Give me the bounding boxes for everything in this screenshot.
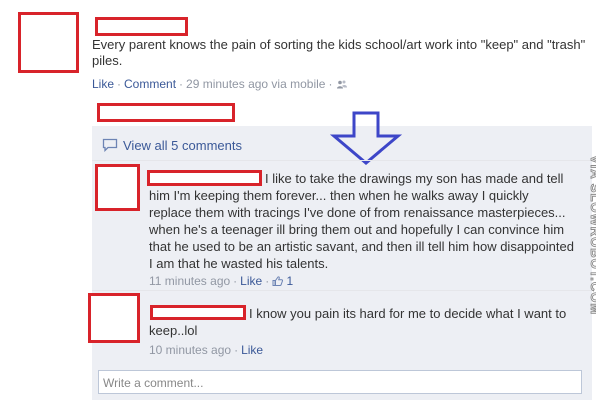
watermark: VIA SLOWROBOT.COM — [588, 155, 596, 316]
poster-avatar-redacted[interactable] — [18, 12, 79, 73]
separator: · — [234, 343, 239, 357]
like-link[interactable]: Like — [92, 77, 114, 91]
down-arrow-annotation — [329, 111, 403, 165]
thumbs-up-icon[interactable] — [272, 276, 284, 286]
write-comment-input[interactable]: Write a comment... — [98, 370, 582, 394]
separator: · — [179, 77, 184, 91]
post-actions: Like · Comment · 29 minutes ago via mobile · — [92, 77, 348, 91]
comment-timestamp[interactable]: 11 minutes ago — [149, 274, 230, 288]
poster-name-redacted[interactable] — [95, 17, 188, 36]
separator: · — [328, 77, 333, 91]
likes-row-redacted[interactable] — [97, 103, 235, 122]
comment-like-link[interactable]: Like — [241, 343, 263, 357]
people-icon[interactable] — [337, 80, 348, 89]
commenter-avatar-redacted[interactable] — [95, 164, 140, 211]
comment-timestamp[interactable]: 10 minutes ago — [149, 343, 231, 357]
commenter-name-redacted[interactable] — [147, 170, 262, 186]
post-timestamp[interactable]: 29 minutes ago via mobile — [186, 77, 325, 91]
view-all-comments-link[interactable]: View all 5 comments — [123, 138, 242, 153]
comment-like-count[interactable]: 1 — [287, 274, 294, 288]
separator: · — [265, 274, 270, 288]
comment-item: I know you pain its hard for me to decid… — [92, 290, 592, 363]
watermark-text: VIA SLOWROBOT.COM — [588, 155, 596, 315]
comment-meta: 11 minutes ago · Like · 1 — [149, 274, 293, 288]
commenter-name-redacted[interactable] — [150, 305, 246, 320]
comment-like-link[interactable]: Like — [240, 274, 262, 288]
commenter-avatar-redacted[interactable] — [88, 293, 140, 343]
separator: · — [233, 274, 238, 288]
comment-meta: 10 minutes ago · Like — [149, 343, 263, 357]
comment-bubble-icon — [102, 138, 118, 152]
separator: · — [117, 77, 122, 91]
comment-link[interactable]: Comment — [124, 77, 176, 91]
post-text: Every parent knows the pain of sorting t… — [92, 37, 586, 68]
